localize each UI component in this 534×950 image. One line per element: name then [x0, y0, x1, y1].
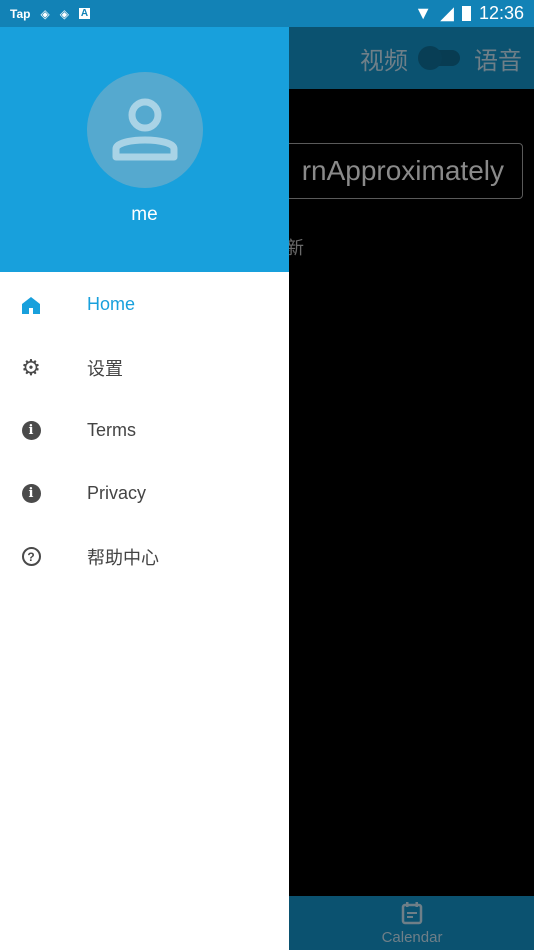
drawer-item-label: Home [87, 294, 136, 314]
info-icon: i [20, 483, 42, 505]
sync-app-icon: ◈ [59, 6, 69, 21]
button-label: rnApproximately [301, 155, 504, 186]
bottom-nav-label: Calendar [381, 928, 443, 946]
video-label: 视频 [360, 47, 408, 75]
bottom-nav-calendar[interactable]: Calendar [381, 901, 443, 946]
gear-icon: ⚙ [21, 354, 41, 380]
drawer-item-home[interactable]: Home [0, 273, 289, 336]
video-voice-toggle[interactable] [418, 46, 460, 70]
tap-app-icon: Tap [10, 6, 31, 21]
home-icon [20, 294, 42, 316]
avatar[interactable] [86, 72, 203, 188]
wifi-icon: ▼ [414, 3, 433, 23]
clock: 12:36 [478, 3, 524, 23]
drawer-item-help[interactable]: ? 帮助中心 [0, 525, 289, 588]
drawer-header: me [0, 27, 289, 272]
voice-label: 语音 [474, 47, 522, 75]
calendar-icon [401, 901, 423, 924]
navigation-drawer: me Home ⚙ 设置 i Terms i Privacy ? 帮助中心 [0, 27, 289, 950]
a-app-icon: A [78, 8, 91, 19]
battery-charging-icon [461, 6, 471, 21]
drawer-item-settings[interactable]: ⚙ 设置 [0, 336, 289, 399]
drawer-item-label: Terms [87, 420, 136, 440]
drawer-item-label: 设置 [87, 358, 123, 379]
drawer-item-label: 帮助中心 [87, 547, 159, 568]
user-name: me [131, 204, 158, 225]
person-icon [112, 98, 177, 161]
info-icon: i [20, 420, 42, 442]
sync-app-icon: ◈ [40, 6, 50, 21]
help-icon: ? [20, 546, 42, 568]
signal-icon: ◢ [440, 3, 454, 23]
drawer-item-label: Privacy [87, 483, 147, 503]
drawer-item-privacy[interactable]: i Privacy [0, 462, 289, 525]
status-bar: Tap ◈ ◈ A ▼ ◢ 12:36 [0, 0, 534, 27]
drawer-item-terms[interactable]: i Terms [0, 399, 289, 462]
